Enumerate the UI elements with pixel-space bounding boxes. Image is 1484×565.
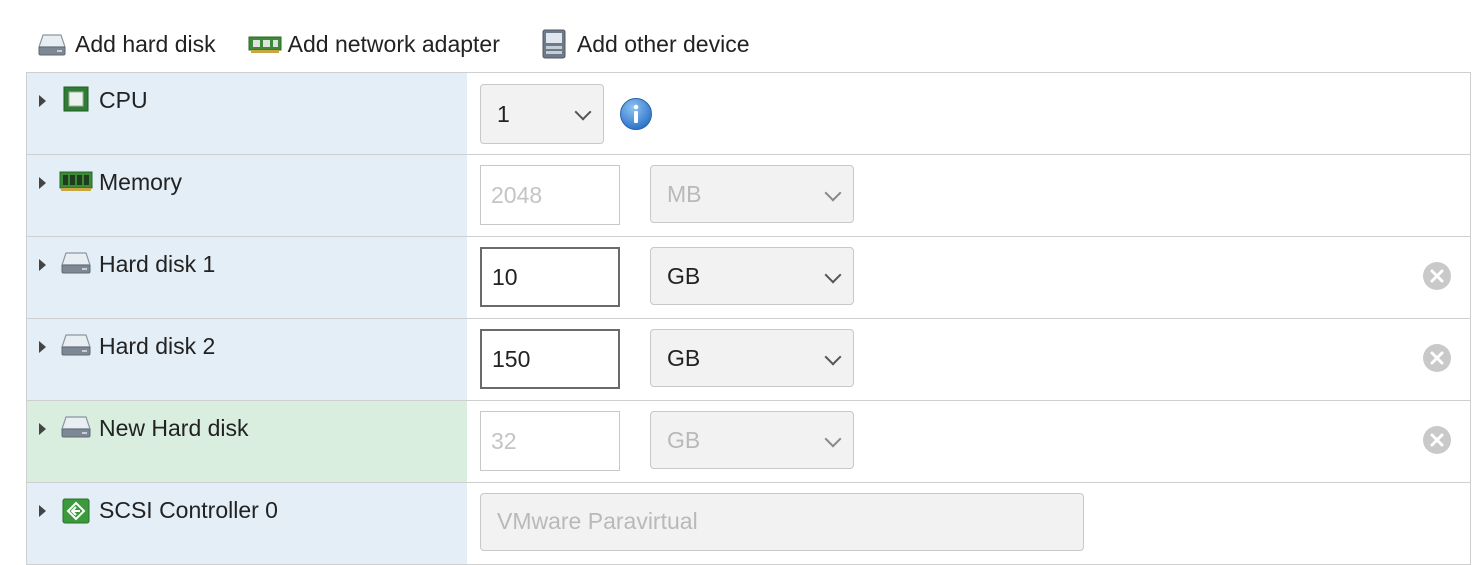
row-value-cell: 2048 MB <box>468 155 1470 236</box>
memory-icon <box>59 166 93 196</box>
row-label-cell: Hard disk 1 <box>27 237 467 318</box>
expand-arrow-icon[interactable] <box>39 177 46 189</box>
new-hard-disk-size-input[interactable]: 32 <box>480 411 620 471</box>
hardware-row-hard-disk-2: Hard disk 2 150 GB <box>27 319 1471 401</box>
remove-icon[interactable] <box>1422 425 1452 455</box>
row-value-cell: VMware Paravirtual <box>468 483 1470 564</box>
hardware-row-hard-disk-1: Hard disk 1 10 GB <box>27 237 1471 319</box>
hard-disk-icon <box>59 412 93 442</box>
hardware-grid: CPU 1 Memory 2048 MB Hard disk 1 10 GB H… <box>26 72 1471 565</box>
scsi-controller-type-value: VMware Paravirtual <box>497 508 698 534</box>
memory-unit-select[interactable]: MB <box>650 165 854 223</box>
add-hard-disk-button[interactable]: Add hard disk <box>36 29 216 59</box>
chevron-down-icon <box>824 348 842 366</box>
row-value-cell: 150 GB <box>468 319 1470 400</box>
row-value-cell: 32 GB <box>468 401 1470 482</box>
hard-disk-icon <box>59 248 93 278</box>
row-label: Memory <box>99 169 183 195</box>
hard-disk-icon <box>59 330 93 360</box>
add-network-adapter-label: Add network adapter <box>287 30 500 57</box>
row-label-cell: Hard disk 2 <box>27 319 467 400</box>
other-device-icon <box>538 29 570 59</box>
hard-disk-2-size-value: 150 <box>492 345 531 372</box>
scsi-controller-icon <box>59 496 93 526</box>
row-label: CPU <box>99 87 148 113</box>
new-hard-disk-unit-select[interactable]: GB <box>650 411 854 469</box>
hard-disk-2-size-input[interactable]: 150 <box>480 329 620 389</box>
row-value-cell: 1 <box>468 73 1470 154</box>
hard-disk-1-unit-select[interactable]: GB <box>650 247 854 305</box>
add-network-adapter-button[interactable]: Add network adapter <box>248 29 500 59</box>
hard-disk-2-unit-value: GB <box>667 344 701 371</box>
row-value-cell: 10 GB <box>468 237 1470 318</box>
memory-unit-value: MB <box>667 180 702 207</box>
cpu-count-value: 1 <box>497 100 510 127</box>
hardware-row-scsi-controller-0: SCSI Controller 0 VMware Paravirtual <box>27 483 1471 565</box>
hard-disk-1-unit-value: GB <box>667 262 701 289</box>
add-other-device-button[interactable]: Add other device <box>538 29 750 59</box>
memory-size-input[interactable]: 2048 <box>480 165 620 225</box>
cpu-icon <box>59 84 93 114</box>
remove-icon[interactable] <box>1422 343 1452 373</box>
chevron-down-icon <box>574 103 592 121</box>
network-adapter-icon <box>248 29 282 59</box>
scsi-controller-type-select[interactable]: VMware Paravirtual <box>480 493 1084 551</box>
expand-arrow-icon[interactable] <box>39 341 46 353</box>
toolbar: Add hard disk Add network adapter Add ot… <box>36 26 782 62</box>
new-hard-disk-unit-value: GB <box>667 426 701 453</box>
hard-disk-icon <box>36 29 68 59</box>
row-label: New Hard disk <box>99 415 249 441</box>
remove-icon[interactable] <box>1422 261 1452 291</box>
row-label-cell: New Hard disk <box>27 401 467 482</box>
info-icon[interactable] <box>619 97 653 131</box>
chevron-down-icon <box>824 266 842 284</box>
memory-size-value: 2048 <box>491 181 543 208</box>
expand-arrow-icon[interactable] <box>39 259 46 271</box>
hard-disk-1-size-value: 10 <box>492 263 518 290</box>
row-label: Hard disk 1 <box>99 251 216 277</box>
hard-disk-1-size-input[interactable]: 10 <box>480 247 620 307</box>
expand-arrow-icon[interactable] <box>39 423 46 435</box>
chevron-down-icon <box>824 184 842 202</box>
hard-disk-2-unit-select[interactable]: GB <box>650 329 854 387</box>
row-label: Hard disk 2 <box>99 333 216 359</box>
row-label-cell: CPU <box>27 73 467 154</box>
expand-arrow-icon[interactable] <box>39 505 46 517</box>
cpu-count-select[interactable]: 1 <box>480 84 604 144</box>
add-other-device-label: Add other device <box>576 30 750 57</box>
hardware-row-cpu: CPU 1 <box>27 73 1471 155</box>
row-label-cell: SCSI Controller 0 <box>27 483 467 564</box>
hardware-row-new-hard-disk: New Hard disk 32 GB <box>27 401 1471 483</box>
new-hard-disk-size-value: 32 <box>491 427 517 454</box>
add-hard-disk-label: Add hard disk <box>75 30 216 57</box>
hardware-row-memory: Memory 2048 MB <box>27 155 1471 237</box>
row-label-cell: Memory <box>27 155 467 236</box>
expand-arrow-icon[interactable] <box>39 95 46 107</box>
chevron-down-icon <box>824 430 842 448</box>
